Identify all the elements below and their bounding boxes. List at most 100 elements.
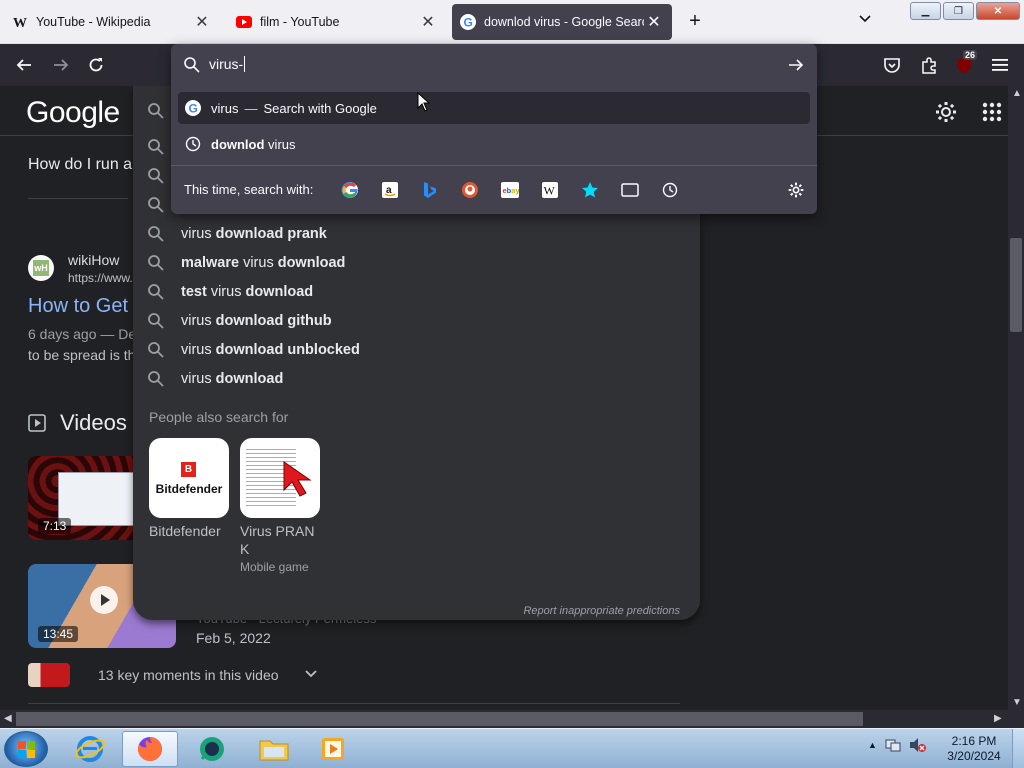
clock-time: 2:16 PM [951,734,997,748]
tab-title: downlod virus - Google Search [484,15,644,29]
tab-title: film - YouTube [260,15,340,29]
google-apps-grid-icon[interactable] [982,102,1002,122]
svg-text:G: G [189,102,198,116]
result-meta: 6 days ago — De [28,326,137,342]
tab-title: YouTube - Wikipedia [36,15,151,29]
tabs-icon[interactable] [621,181,639,199]
minimize-button[interactable]: ▁ [910,2,941,20]
wikipedia-engine-icon[interactable]: W [541,181,559,199]
google-g-icon: G [460,14,476,30]
suggestion-row[interactable]: malware virus download [147,250,345,276]
google-engine-icon[interactable] [341,181,359,199]
reload-icon[interactable] [85,54,107,76]
search-icon [148,226,164,242]
result-title-link[interactable]: How to Get [28,295,128,318]
video-date: Feb 5, 2022 [196,630,271,646]
card-subtitle: Mobile game [240,560,309,574]
card-name[interactable]: Bitdefender [149,522,233,540]
restore-button[interactable]: ❐ [943,2,974,20]
horizontal-scroll-thumb[interactable] [16,712,863,726]
chevron-down-icon[interactable] [304,667,318,681]
windows-taskbar: ▲ 2:16 PM 3/20/2024 [0,728,1024,768]
suggestion-row[interactable]: virus download [147,366,283,392]
suggestion-hint: Search with Google [263,100,377,116]
search-icon [148,168,164,184]
media-player-icon[interactable] [306,731,362,767]
scroll-up-arrow-icon[interactable]: ▲ [1012,88,1022,99]
report-predictions-link[interactable]: Report inappropriate predictions [523,605,680,617]
videos-heading: Videos [60,410,127,435]
taskbar-clock[interactable]: 2:16 PM 3/20/2024 [940,734,1008,764]
suggestion-text: virus [264,136,296,152]
suggestion-row[interactable]: virus download github [147,308,332,334]
menu-hamburger-icon[interactable] [989,54,1011,76]
scroll-left-arrow-icon[interactable]: ◀ [4,713,12,724]
suggestion-row[interactable]: test virus download [147,279,313,305]
scroll-down-arrow-icon[interactable]: ▼ [1012,697,1022,708]
mouse-cursor-icon [417,92,431,112]
search-icon [148,313,164,329]
duckduckgo-engine-icon[interactable] [461,181,479,199]
urlbar-suggestion-search-google[interactable]: G virus — Search with Google [178,92,810,124]
screen: W YouTube - Wikipedia ✕ film - YouTube ✕… [0,0,1024,768]
search-icon [148,139,164,155]
ebay-engine-icon[interactable]: ebay [501,181,519,199]
back-arrow-icon[interactable] [13,54,35,76]
key-moments-toggle[interactable]: 13 key moments in this video [98,667,279,683]
tab-youtube-wikipedia[interactable]: W YouTube - Wikipedia ✕ [4,4,220,40]
related-question-text[interactable]: How do I run a [28,156,132,174]
play-button-icon[interactable] [90,586,118,614]
close-tab-icon[interactable]: ✕ [644,12,664,32]
urlbar-suggestion-history[interactable]: downlod virus [178,128,810,160]
google-g-icon: G [185,100,201,116]
system-tray: ▲ [868,737,927,753]
network-icon[interactable] [885,737,901,753]
vertical-scrollbar[interactable] [1008,86,1024,710]
urlbar-value[interactable]: virus- [209,56,246,72]
close-tab-icon[interactable]: ✕ [418,12,438,32]
ublock-extension-icon[interactable]: 26 [953,50,978,76]
bing-engine-icon[interactable] [421,181,439,199]
google-logo[interactable]: Google [26,96,120,130]
settings-gear-icon[interactable] [934,100,958,124]
tab-film-youtube[interactable]: film - YouTube ✕ [228,4,446,40]
close-window-button[interactable]: ✕ [976,2,1020,20]
list-all-tabs-chevron-icon[interactable] [854,10,876,32]
show-hidden-icons-arrow-icon[interactable]: ▲ [868,740,877,750]
search-icon [148,284,164,300]
go-arrow-icon[interactable] [787,56,805,74]
suggestion-text: malware virus download [181,255,345,271]
internet-explorer-icon[interactable] [62,731,118,767]
firefox-taskbar-icon[interactable] [122,731,178,767]
suggestion-text: virus download prank [181,226,327,242]
close-tab-icon[interactable]: ✕ [192,12,212,32]
urlbar-input[interactable]: virus- [171,44,817,86]
search-settings-gear-icon[interactable] [787,181,805,199]
suggestion-text: virus download [181,371,283,387]
bookmarks-star-icon[interactable] [581,181,599,199]
new-tab-button[interactable]: + [684,10,706,32]
scroll-right-arrow-icon[interactable]: ▶ [994,713,1002,724]
chat-app-icon[interactable] [184,731,240,767]
start-button-windows-orb-icon[interactable] [4,731,48,767]
suggestion-bold-part: download [245,284,314,300]
suggestion-plain-part: virus [181,371,216,387]
clock-date: 3/20/2024 [947,749,1001,763]
tab-google-search[interactable]: G downlod virus - Google Search ✕ [452,4,672,40]
card-name[interactable]: Virus PRAN K [240,522,324,558]
extensions-puzzle-icon[interactable] [918,54,940,76]
bitdefender-card[interactable]: B Bitdefender [149,438,229,518]
vertical-scroll-thumb[interactable] [1010,238,1022,332]
urlbar-dropdown: virus- G virus — Search with Google down… [171,44,817,214]
amazon-engine-icon[interactable]: a [381,181,399,199]
history-clock-icon[interactable] [661,181,679,199]
show-desktop-button[interactable] [1012,729,1024,768]
volume-muted-icon[interactable] [909,737,927,753]
file-explorer-folder-icon[interactable] [246,731,302,767]
suggestion-row[interactable]: virus download prank [147,221,327,247]
virus-prank-card[interactable] [240,438,320,518]
search-icon [148,342,164,358]
pocket-icon[interactable] [881,54,903,76]
forward-arrow-icon[interactable] [50,54,72,76]
suggestion-row[interactable]: virus download unblocked [147,337,360,363]
